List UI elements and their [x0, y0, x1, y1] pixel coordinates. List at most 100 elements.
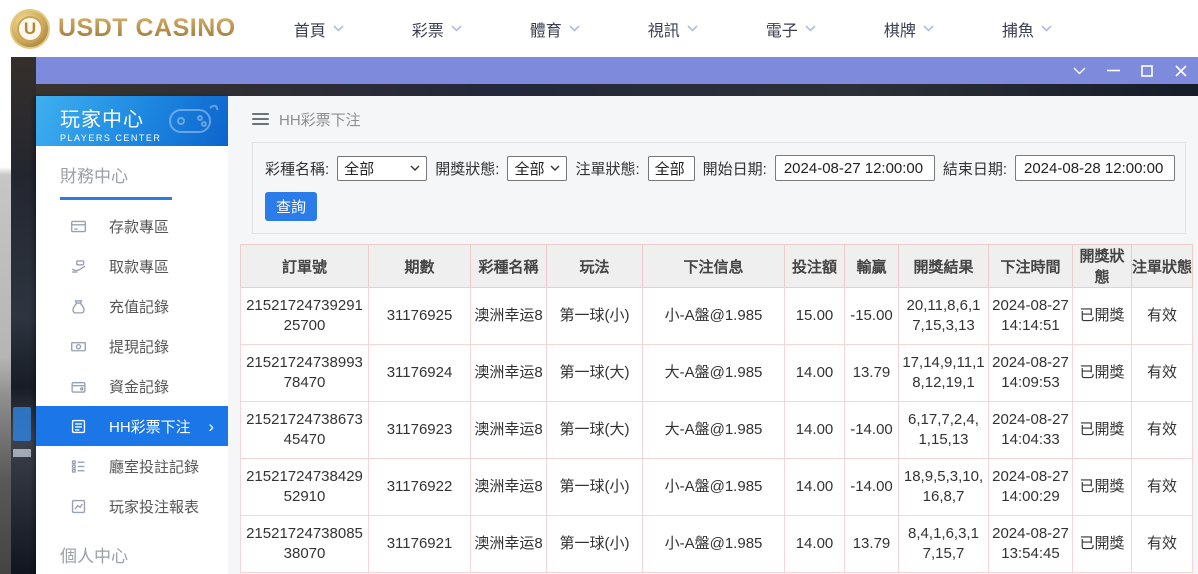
window-minimize-button[interactable]: [1096, 57, 1130, 84]
background-page-strip: [36, 84, 1198, 96]
sidebar-item-player-bet-report[interactable]: 玩家投注報表: [36, 486, 228, 526]
cell-bet-time: 2024-08-27 13:54:45: [988, 515, 1073, 573]
table-row: 2152172473842952910 31176922 澳洲幸运8 第一球(小…: [240, 458, 1193, 516]
logo-coin-icon: U: [10, 8, 50, 49]
close-icon: [1175, 64, 1187, 77]
lottery-name-label: 彩種名稱:: [265, 160, 330, 178]
cell-lottery: 澳洲幸运8: [470, 515, 547, 573]
col-lottery-name: 彩種名稱: [470, 244, 547, 288]
cell-order-status: 有效: [1131, 401, 1193, 459]
order-status-select[interactable]: 全部: [647, 155, 695, 181]
sidebar-section-personal: 個人中心: [60, 547, 128, 566]
nav-item-lottery[interactable]: 彩票: [412, 17, 462, 41]
sidebar-item-label: 存款專區: [109, 218, 170, 236]
site-logo[interactable]: U USDT CASINO: [10, 8, 236, 49]
cell-bet-time: 2024-08-27 14:14:51: [988, 287, 1073, 345]
sidebar-item-hh-lottery-bets[interactable]: HH彩票下注 ›: [36, 406, 228, 446]
cell-period: 31176921: [368, 515, 471, 573]
deposit-card-icon: [70, 218, 87, 235]
cell-amount: 14.00: [784, 401, 845, 459]
menu-icon[interactable]: [252, 113, 269, 125]
sidebar-item-withdraw-area[interactable]: 取款專區: [36, 246, 228, 286]
cell-order-id: 2152172473842952910: [240, 458, 369, 516]
col-order-status: 注單狀態: [1131, 244, 1193, 288]
col-win-loss: 輸贏: [844, 244, 899, 288]
chevron-down-icon: [1073, 67, 1085, 74]
chevron-right-icon: ›: [208, 416, 214, 436]
window-maximize-button[interactable]: [1130, 57, 1164, 84]
page-title: HH彩票下注: [279, 111, 361, 129]
cell-order-id: 2152172473867345470: [240, 401, 369, 459]
chevron-down-icon: [923, 25, 934, 32]
col-bet-info: 下注信息: [642, 244, 785, 288]
cell-order-status: 有效: [1131, 458, 1193, 516]
nav-item-label: 體育: [529, 22, 562, 40]
cell-draw-status: 已開獎: [1072, 515, 1132, 573]
cell-order-id: 2152172473808538070: [240, 515, 369, 573]
screen: U USDT CASINO 首頁 彩票 體育 視訊 電子 棋牌 捕魚 玩家中心 …: [0, 0, 1198, 574]
cell-result: 17,14,9,11,18,12,19,1: [898, 344, 989, 402]
cell-win-loss: -15.00: [844, 287, 899, 345]
cell-order-status: 有效: [1131, 287, 1193, 345]
sidebar-item-funds-record[interactable]: 資金記錄: [36, 366, 228, 406]
lottery-name-select[interactable]: 全部: [337, 155, 428, 181]
bets-table: 訂單號 期數 彩種名稱 玩法 下注信息 投注額 輸贏 開獎結果 下注時間 開獎狀…: [240, 244, 1193, 573]
cell-order-id: 2152172473929125700: [240, 287, 369, 345]
sidebar-item-label: 取款專區: [109, 258, 170, 276]
nav-item-label: 捕魚: [1001, 22, 1034, 40]
draw-status-value: 全部: [514, 160, 545, 178]
cell-amount: 14.00: [784, 515, 845, 573]
nav-item-fishing[interactable]: 捕魚: [1002, 17, 1052, 41]
cell-bet-info: 大-A盤@1.985: [642, 401, 785, 459]
site-topbar: U USDT CASINO 首頁 彩票 體育 視訊 電子 棋牌 捕魚: [0, 0, 1198, 57]
nav-item-slots[interactable]: 電子: [766, 17, 816, 41]
player-report-chart-icon: [70, 498, 87, 515]
sidebar-item-deposit-area[interactable]: 存款專區: [36, 206, 228, 246]
cell-order-id: 2152172473899378470: [240, 344, 369, 402]
cell-bet-time: 2024-08-27 14:00:29: [988, 458, 1073, 516]
cell-win-loss: -14.00: [844, 458, 899, 516]
query-button[interactable]: 查詢: [265, 192, 317, 221]
nav-item-sports[interactable]: 體育: [530, 17, 580, 41]
cell-period: 31176923: [368, 401, 471, 459]
cell-result: 18,9,5,3,10,16,8,7: [898, 458, 989, 516]
filter-panel: 彩種名稱: 全部 開獎狀態: 全部 注單狀態: 全部 開始日期: 結束日期:: [252, 142, 1186, 234]
chevron-down-icon: [451, 25, 462, 32]
window-titlebar[interactable]: [36, 57, 1198, 84]
top-navigation: 首頁 彩票 體育 視訊 電子 棋牌 捕魚: [294, 17, 1052, 41]
cell-win-loss: -14.00: [844, 401, 899, 459]
table-row: 2152172473929125700 31176925 澳洲幸运8 第一球(小…: [240, 287, 1193, 345]
cell-bet-info: 小-A盤@1.985: [642, 287, 785, 345]
nav-item-cards[interactable]: 棋牌: [884, 17, 934, 41]
funds-wallet-icon: [70, 378, 87, 395]
sidebar-item-recharge-record[interactable]: 充值記錄: [36, 286, 228, 326]
end-date-input[interactable]: [1015, 155, 1175, 181]
chevron-down-icon: [687, 25, 698, 32]
cell-bet-time: 2024-08-27 14:09:53: [988, 344, 1073, 402]
minimize-icon: [1106, 69, 1120, 72]
order-status-value: 全部: [654, 160, 685, 178]
sidebar-item-room-bet-record[interactable]: 廳室投註記錄: [36, 446, 228, 486]
cell-play: 第一球(小): [546, 287, 643, 345]
nav-item-video[interactable]: 視訊: [648, 17, 698, 41]
cell-lottery: 澳洲幸运8: [470, 287, 547, 345]
cell-result: 20,11,8,6,17,15,3,13: [898, 287, 989, 345]
cell-draw-status: 已開獎: [1072, 458, 1132, 516]
window-close-button[interactable]: [1164, 57, 1198, 84]
window-dropdown-button[interactable]: [1062, 57, 1096, 84]
nav-item-label: 電子: [765, 22, 798, 40]
chevron-down-icon: [1041, 25, 1052, 32]
start-date-input[interactable]: [774, 155, 935, 181]
sidebar-item-withdrawal-record[interactable]: 提現記錄: [36, 326, 228, 366]
end-date-label: 結束日期:: [942, 160, 1007, 178]
cell-draw-status: 已開獎: [1072, 287, 1132, 345]
players-center-sidebar: 玩家中心 PLAYERS CENTER 財務中心 存款專區 取款專區 充值記錄 …: [36, 96, 228, 574]
col-draw-result: 開獎結果: [898, 244, 989, 288]
nav-item-label: 視訊: [647, 22, 680, 40]
cell-order-status: 有效: [1131, 344, 1193, 402]
withdraw-hand-icon: [70, 258, 87, 275]
nav-item-home[interactable]: 首頁: [294, 17, 344, 41]
draw-status-select[interactable]: 全部: [507, 155, 568, 181]
col-period: 期數: [368, 244, 471, 288]
lottery-name-value: 全部: [344, 160, 375, 178]
